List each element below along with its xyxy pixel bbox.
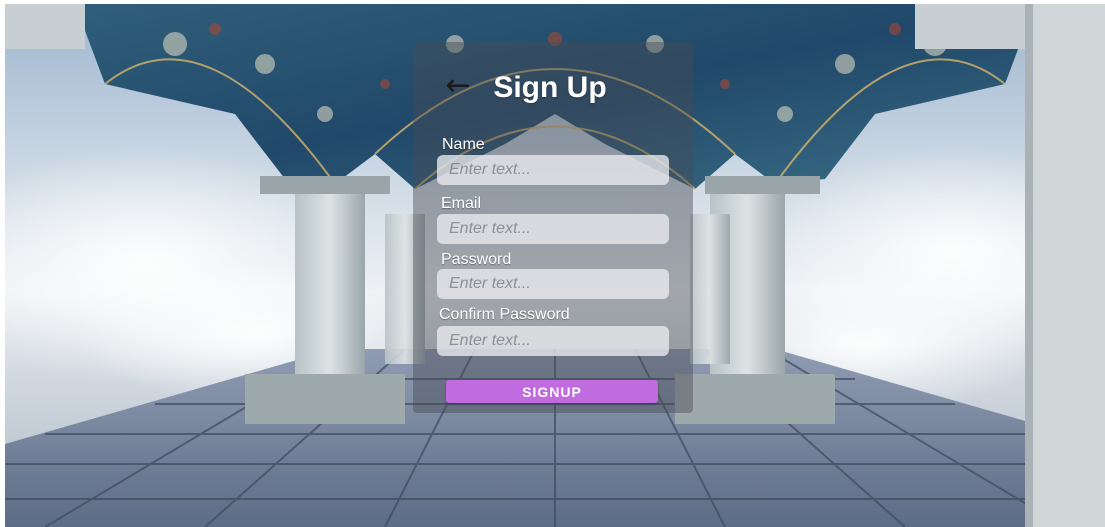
email-label: Email xyxy=(441,195,482,212)
password-label: Password xyxy=(441,251,512,268)
page-title: Sign Up xyxy=(493,71,607,104)
password-input[interactable] xyxy=(437,269,669,299)
name-input[interactable] xyxy=(437,155,669,185)
signup-button[interactable]: SIGNUP xyxy=(446,380,658,403)
confirm-password-input[interactable] xyxy=(437,326,669,356)
email-input[interactable] xyxy=(437,214,669,244)
arrow-left-icon[interactable]: ← xyxy=(443,71,473,101)
confirm-password-label: Confirm Password xyxy=(439,306,570,323)
name-label: Name xyxy=(442,136,485,153)
